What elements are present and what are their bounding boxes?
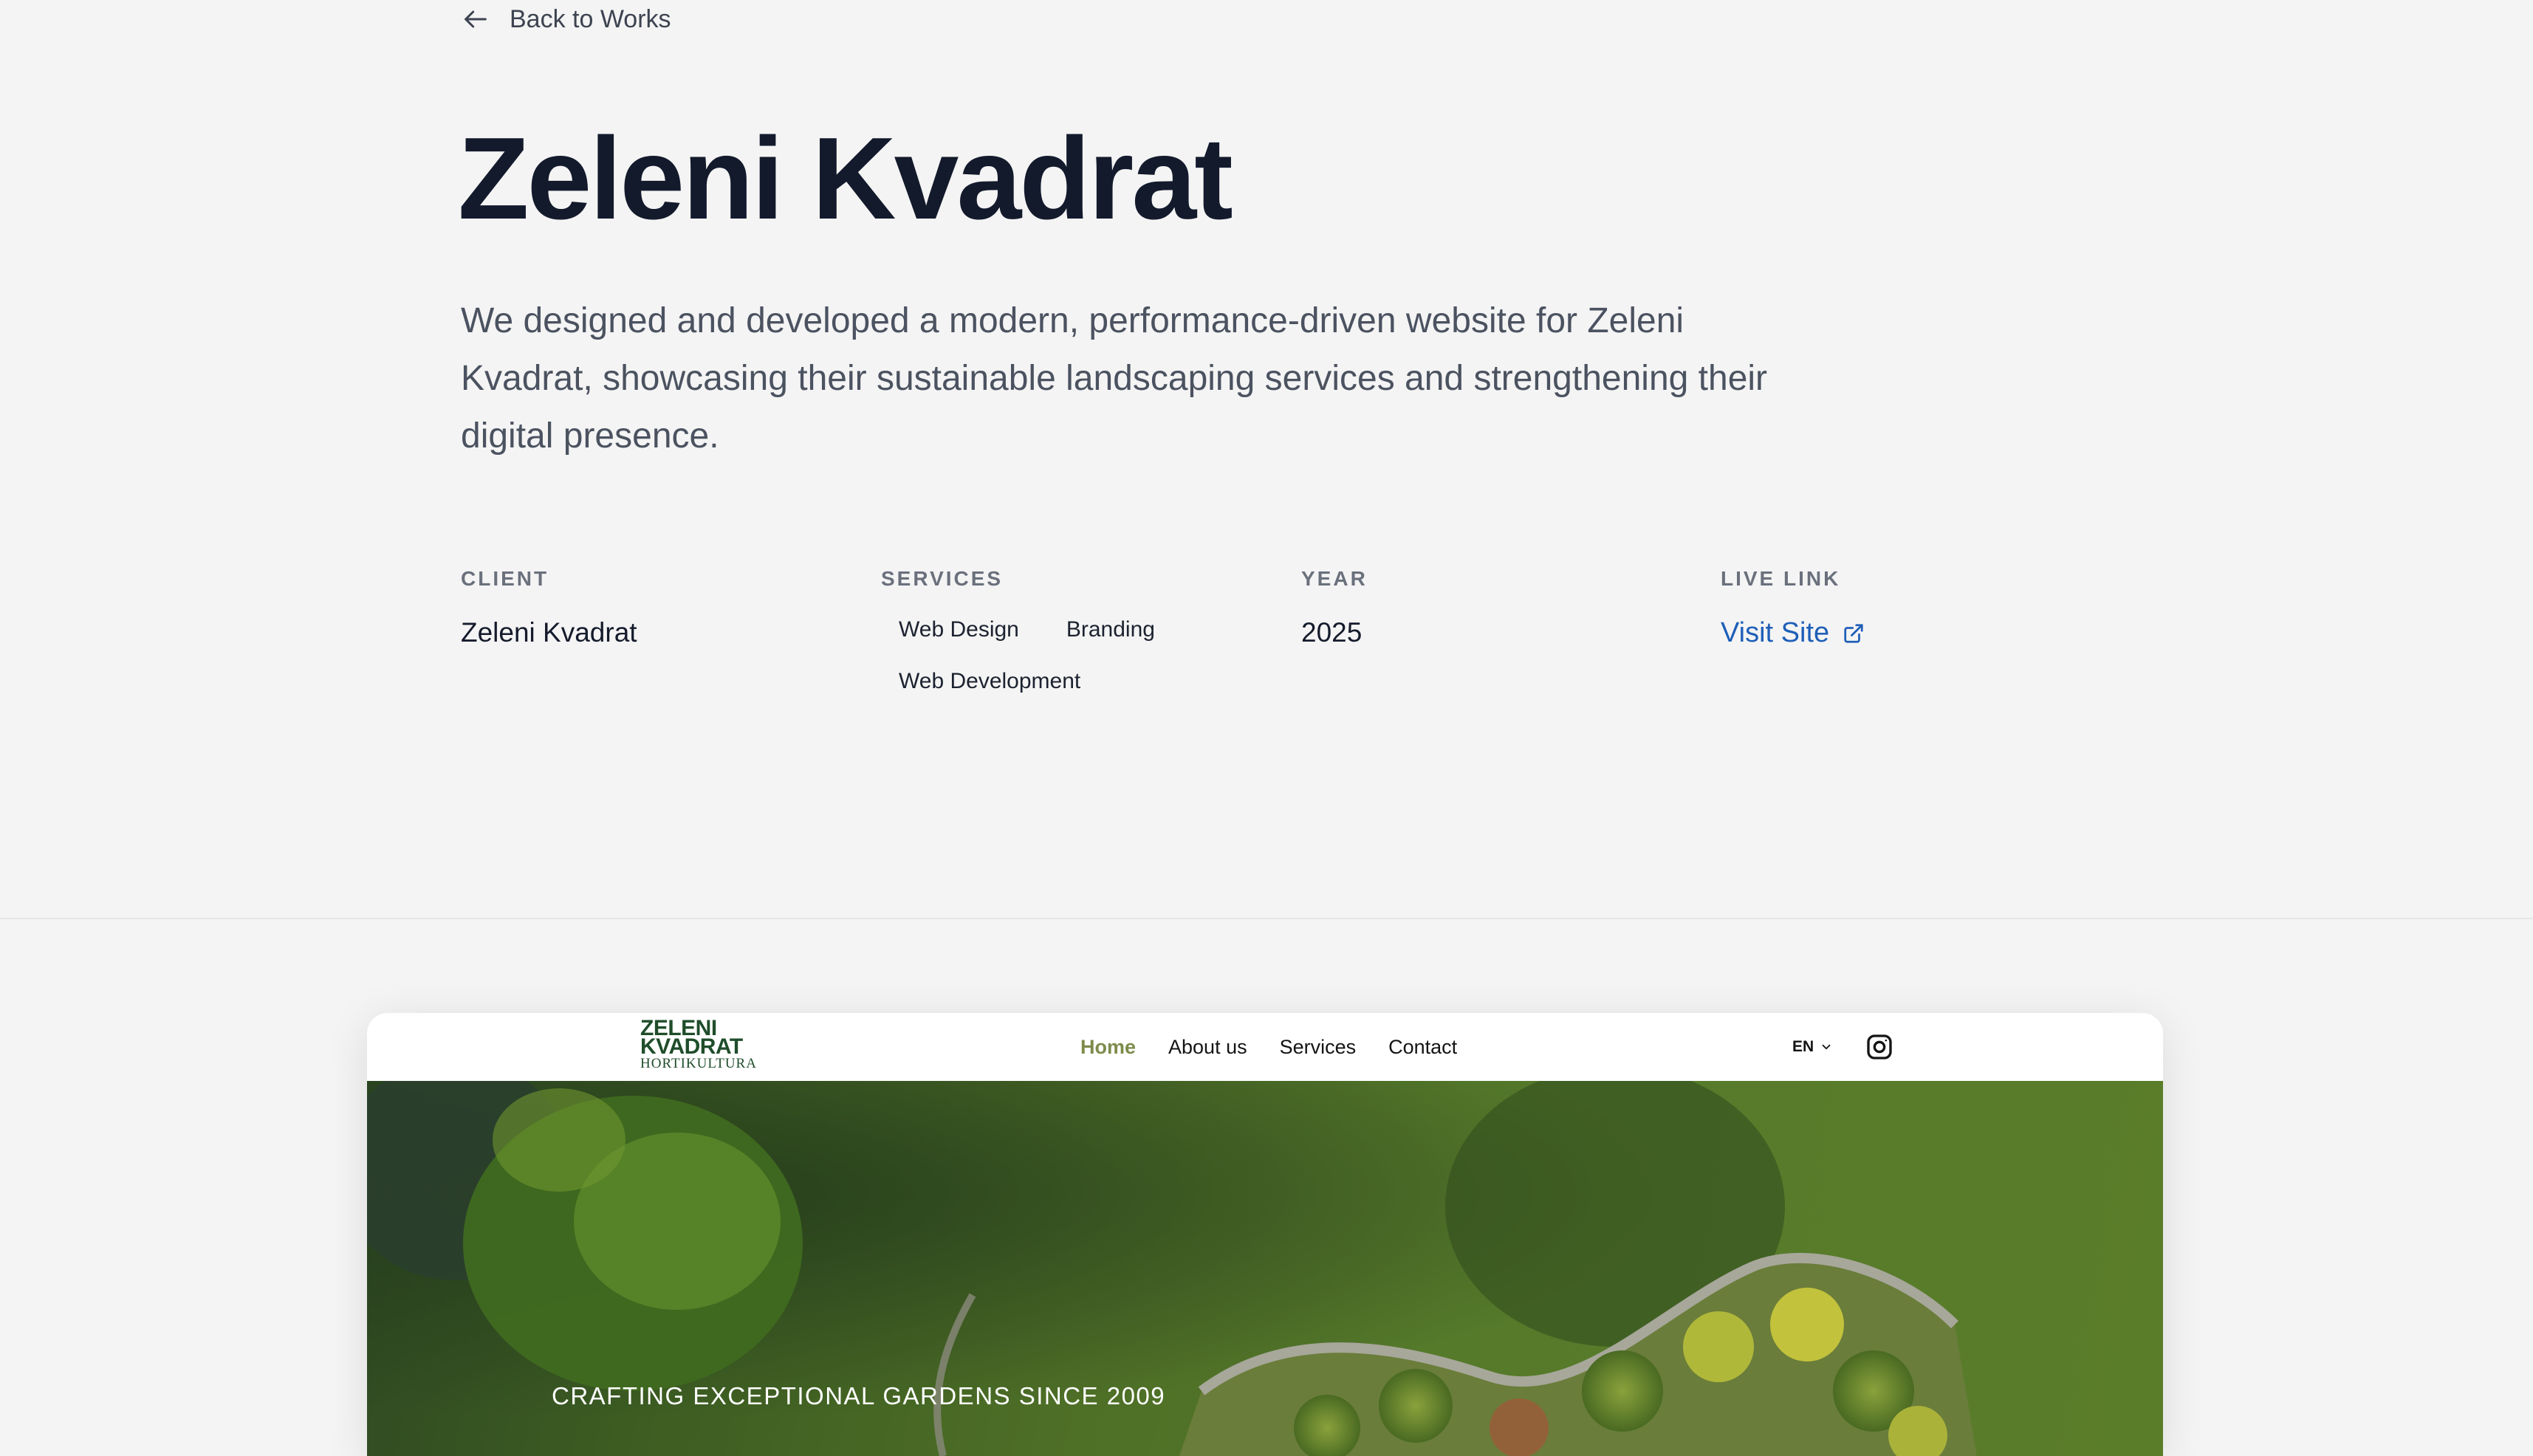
chevron-down-icon: [1822, 1044, 1831, 1050]
services-tags: Web Design Branding Web Development: [881, 604, 1295, 707]
year-value: 2025: [1301, 617, 1363, 648]
service-tag: Web Design: [899, 617, 1019, 642]
language-selector[interactable]: EN: [1792, 1013, 1833, 1081]
preview-nav-services[interactable]: Services: [1280, 1036, 1357, 1059]
arrow-left-icon: [465, 10, 487, 28]
website-preview: ZELENI KVADRAT HORTIKULTURA Home About u…: [367, 1013, 2163, 1456]
client-label: CLIENT: [461, 567, 549, 590]
service-tag: Branding: [1066, 617, 1155, 642]
hero-tagline: CRAFTING EXCEPTIONAL GARDENS SINCE 2009: [552, 1382, 1166, 1409]
year-meta: YEAR 2025: [1301, 564, 1368, 648]
client-meta: CLIENT Zeleni Kvadrat: [461, 564, 637, 648]
visit-site-label: Visit Site: [1721, 617, 1830, 648]
preview-nav-about[interactable]: About us: [1168, 1036, 1247, 1059]
external-link-icon: [1844, 623, 1863, 643]
visit-site-link[interactable]: Visit Site: [1721, 617, 1865, 649]
year-label: YEAR: [1301, 567, 1368, 590]
live-link-label: LIVE LINK: [1721, 567, 1841, 590]
preview-logo[interactable]: ZELENI KVADRAT HORTIKULTURA: [640, 1017, 773, 1075]
services-label: SERVICES: [881, 567, 1004, 590]
instagram-icon[interactable]: [1865, 1032, 1894, 1062]
preview-nav-links: Home About us Services Contact: [1080, 1013, 1457, 1081]
language-label: EN: [1792, 1038, 1814, 1055]
page-title: Zeleni Kvadrat: [458, 114, 1233, 244]
back-to-works-link[interactable]: Back to Works: [461, 4, 671, 34]
logo-line-2: KVADRAT: [640, 1034, 743, 1059]
preview-nav-home[interactable]: Home: [1080, 1036, 1136, 1059]
project-description: We designed and developed a modern, perf…: [461, 301, 1768, 456]
service-tag: Web Development: [899, 669, 1081, 693]
client-value: Zeleni Kvadrat: [461, 617, 637, 648]
services-meta: SERVICES Web Design Branding Web Develop…: [881, 564, 1295, 707]
preview-navbar: ZELENI KVADRAT HORTIKULTURA Home About u…: [367, 1013, 2163, 1081]
logo-subtitle: HORTIKULTURA: [640, 1056, 757, 1071]
back-link-label: Back to Works: [510, 4, 671, 33]
preview-hero: CRAFTING EXCEPTIONAL GARDENS SINCE 2009: [367, 1081, 2163, 1456]
live-link-meta: LIVE LINK Visit Site: [1721, 564, 1865, 649]
project-header-section: Back to Works Zeleni Kvadrat We designed…: [0, 0, 2533, 919]
preview-nav-contact[interactable]: Contact: [1388, 1036, 1457, 1059]
